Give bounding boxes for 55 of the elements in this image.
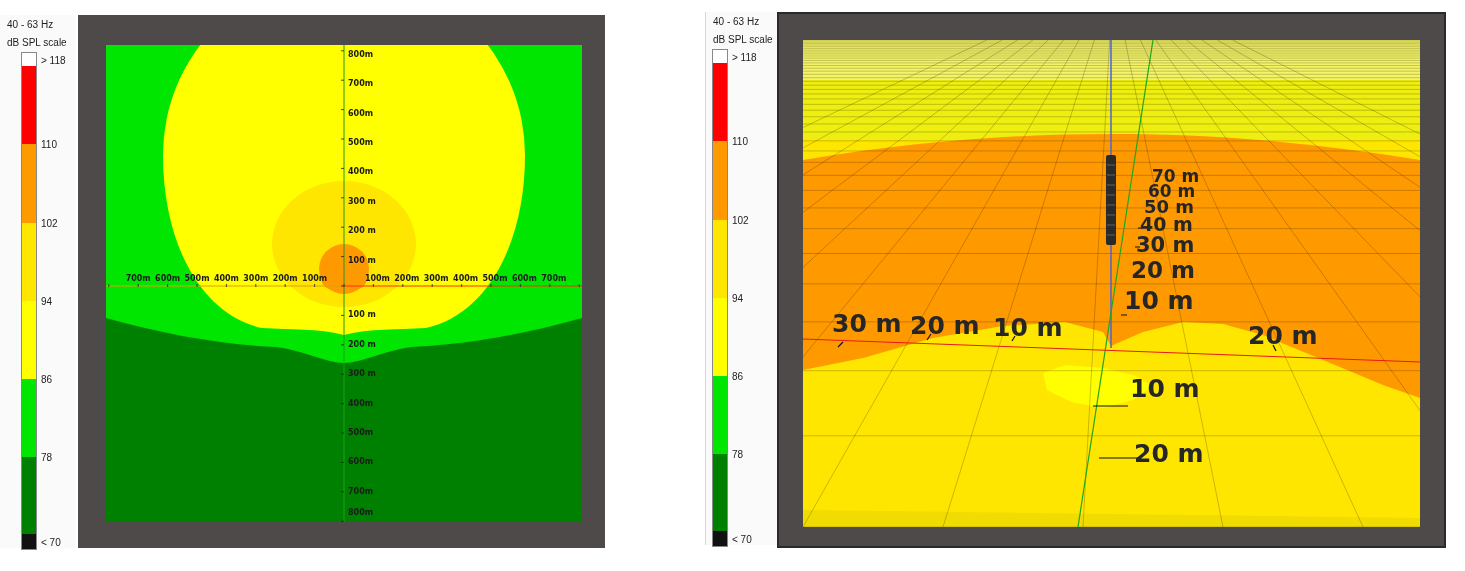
axis-label: 300m (243, 274, 269, 283)
scale-label: < 70 (41, 536, 61, 547)
axis-label: 400m (453, 274, 479, 283)
axis-label: 700m (348, 79, 374, 89)
axis-label: 100 m (348, 310, 376, 320)
distance-label: 20 m (1134, 439, 1204, 468)
frequency-label: 40 - 63 Hz (7, 19, 54, 30)
axis-label: 200m (272, 274, 298, 283)
axis-label: 700m (541, 274, 567, 283)
axis-label: 200m (394, 274, 420, 283)
axis-label: 600m (155, 274, 181, 283)
axis-label: 100 m (348, 255, 376, 265)
axis-label: 300 m (348, 369, 376, 379)
frequency-label: 40 - 63 Hz (713, 16, 760, 27)
axis-label: 600m (511, 274, 537, 283)
axis-label: 200 m (348, 226, 376, 236)
axis-label: 400m (213, 274, 239, 283)
scale-label: 94 (41, 295, 53, 307)
scale-label: < 70 (732, 533, 752, 544)
scale-label: 86 (41, 373, 53, 385)
axis-label: 100m (364, 274, 390, 283)
scale-title: dB SPL scale (713, 34, 773, 45)
distance-label: 20 m (1248, 321, 1318, 350)
scale-title: dB SPL scale (7, 37, 67, 48)
axis-label: 300m (423, 274, 449, 283)
distance-label: 20 m (1131, 257, 1195, 283)
scale-label: 78 (41, 451, 53, 463)
axis-label: 500m (348, 428, 374, 437)
axis-label: 600m (348, 457, 374, 467)
scale-label: > 118 (732, 51, 757, 62)
axis-label: 800m (348, 49, 374, 59)
scale-label: 86 (732, 370, 744, 382)
axis-label: 500m (348, 138, 374, 147)
scale-label: 94 (732, 292, 744, 304)
axis-label: 400m (348, 398, 374, 408)
distance-label: 30 m (832, 309, 902, 338)
distance-label: 10 m (1130, 374, 1200, 403)
axis-label: 100m (302, 274, 328, 283)
axis-label: 600m (348, 108, 374, 118)
distance-label: 10 m (993, 313, 1063, 342)
scale-label: 102 (41, 217, 58, 229)
distance-label: 30 m (1136, 233, 1195, 257)
axis-label: 700m (125, 274, 151, 283)
axis-label: 400m (348, 167, 374, 177)
axis-label: 800m (348, 508, 374, 517)
distance-label: 10 m (1124, 286, 1194, 315)
scale-label: 102 (732, 214, 749, 226)
axis-label: 700m (348, 486, 374, 496)
scale-label: 110 (41, 138, 57, 150)
scale-label: 78 (732, 448, 744, 460)
scale-label: 110 (732, 135, 748, 147)
scale-label: > 118 (41, 54, 66, 65)
axis-label: 200 m (348, 339, 376, 349)
axis-label: 300 m (348, 196, 376, 206)
distance-label: 20 m (910, 311, 980, 340)
